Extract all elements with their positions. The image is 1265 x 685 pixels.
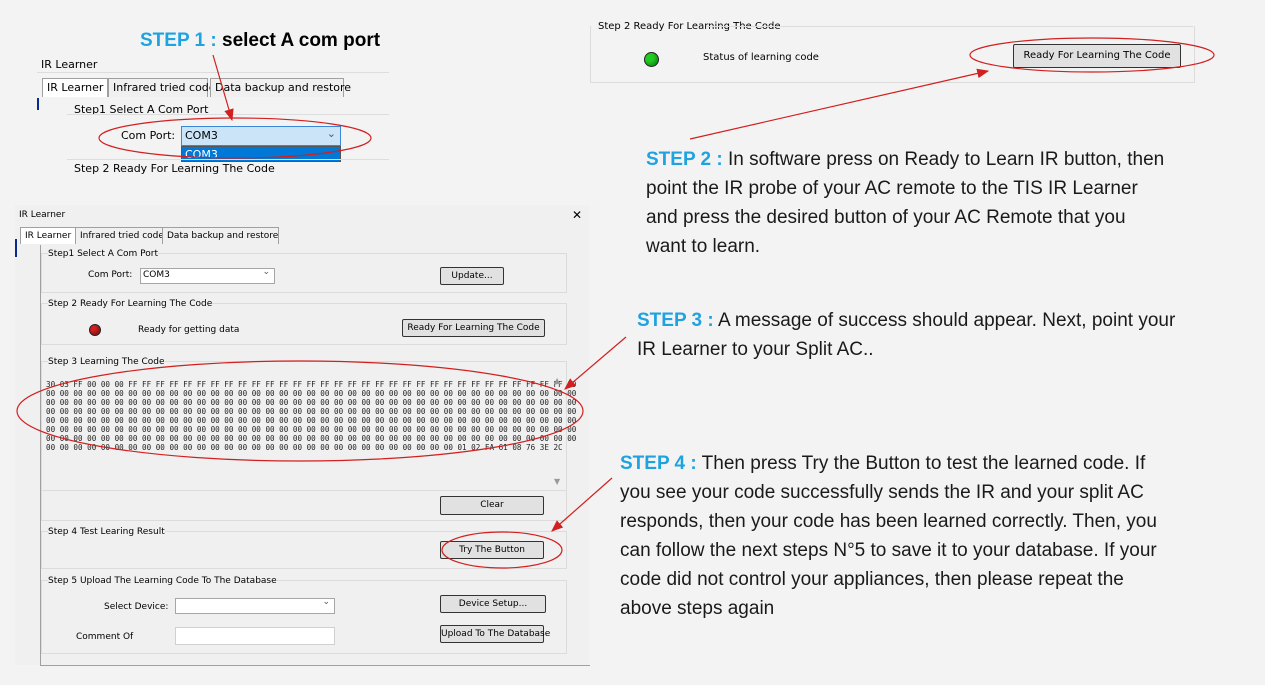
learned-code-textarea[interactable]: 30 03 FF 00 00 00 FF FF FF FF FF FF FF F… — [44, 374, 576, 488]
step4-line-1: Then press Try the Button to test the le… — [701, 453, 1146, 474]
code-line-8: 00 00 00 00 00 00 00 00 00 00 00 00 00 0… — [46, 443, 563, 452]
chevron-down-icon: ⌄ — [322, 597, 330, 607]
step2-line-2: point the IR probe of your AC remote to … — [646, 178, 1138, 199]
group-step1: Step1 Select A Com Port Com Port: COM3 ⌄… — [41, 249, 567, 293]
step4-line-6: above steps again — [620, 598, 775, 619]
step2-label: STEP 2 : — [646, 149, 723, 170]
group-step3: Step 3 Learning The Code 30 03 FF 00 00 … — [41, 357, 576, 491]
chevron-down-icon: ⌄ — [262, 267, 270, 277]
step3-line-1: A message of success should appear. Next… — [717, 310, 1176, 331]
step2-text: STEP 2 : In software press on Ready to L… — [646, 145, 1256, 261]
code-line-2: 00 00 00 00 00 00 00 00 00 00 00 00 00 0… — [46, 389, 577, 398]
panel2: Step 2 Ready For Learning The Code Statu… — [590, 18, 1195, 83]
group-step4: Step 4 Test Learing Result Try The Butto… — [41, 527, 567, 569]
try-button[interactable]: Try The Button — [440, 541, 544, 559]
step2-line-1: In software press on Ready to Learn IR b… — [728, 149, 1165, 170]
clear-button[interactable]: Clear — [440, 496, 544, 515]
close-icon[interactable]: ✕ — [572, 208, 582, 222]
chevron-down-icon: ⌄ — [326, 127, 336, 140]
group2-title: Step 2 Ready For Learning The Code — [48, 299, 213, 309]
step3-text: STEP 3 : A message of success should app… — [637, 306, 1257, 364]
panel1: IR Learner IR Learner Infrared tried cod… — [37, 56, 389, 181]
window-title: IR Learner — [19, 210, 66, 220]
code-line-1: 30 03 FF 00 00 00 FF FF FF FF FF FF FF F… — [46, 380, 577, 389]
panel1-com-port-label: Com Port: — [121, 129, 176, 142]
status-light-icon — [89, 324, 101, 336]
com-port-value: COM3 — [143, 270, 170, 280]
step1-text: select A com port — [222, 30, 381, 51]
code-line-7: 00 00 00 00 00 00 00 00 00 00 00 00 00 0… — [46, 434, 577, 443]
panel1-tab-data-backup[interactable]: Data backup and restore — [210, 78, 351, 97]
scroll-up-icon[interactable]: ▲ — [554, 376, 560, 385]
code-line-3: 00 00 00 00 00 00 00 00 00 00 00 00 00 0… — [46, 398, 577, 407]
panel1-com-port-value: COM3 — [185, 129, 218, 142]
panel1-title: IR Learner — [41, 58, 98, 71]
step4-label: STEP 4 : — [620, 453, 697, 474]
tab-data-backup[interactable]: Data backup and restore — [162, 227, 279, 244]
status-text: Ready for getting data — [138, 325, 240, 335]
group-step5: Step 5 Upload The Learning Code To The D… — [41, 576, 567, 654]
scroll-down-icon[interactable]: ▼ — [554, 477, 560, 486]
step2-line-3: and press the desired button of your AC … — [646, 207, 1126, 228]
group5-title: Step 5 Upload The Learning Code To The D… — [48, 576, 277, 586]
step1-label: STEP 1 : — [140, 30, 217, 51]
panel2-status-label: Status of learning code — [703, 52, 819, 63]
tab-ir-learner[interactable]: IR Learner — [20, 227, 76, 244]
code-line-4: 00 00 00 00 00 00 00 00 00 00 00 00 00 0… — [46, 407, 577, 416]
step4-line-4: can follow the next steps N°5 to save it… — [620, 540, 1157, 561]
code-scrollbar[interactable]: ▲ ▼ — [552, 374, 564, 488]
code-line-5: 00 00 00 00 00 00 00 00 00 00 00 00 00 0… — [46, 416, 577, 425]
step4-line-2: you see your code successfully sends the… — [620, 482, 1144, 503]
panel1-com-port-select[interactable]: COM3 ⌄ — [181, 126, 341, 146]
com-port-label: Com Port: — [88, 270, 133, 280]
update-button[interactable]: Update... — [440, 267, 504, 285]
select-device-dropdown[interactable]: ⌄ — [175, 597, 335, 614]
comment-label: Comment Of — [76, 632, 134, 642]
panel1-group2-title: Step 2 Ready For Learning The Code — [74, 162, 275, 175]
com-port-select[interactable]: COM3 ⌄ — [140, 267, 275, 284]
panel1-tab-ir-learner[interactable]: IR Learner — [42, 78, 108, 97]
panel2-ready-button[interactable]: Ready For Learning The Code — [1013, 44, 1181, 68]
tab-infrared-tried-code[interactable]: Infrared tried code — [75, 227, 164, 244]
panel1-tabs: IR Learner Infrared tried code Data back… — [42, 78, 382, 98]
comment-input[interactable] — [175, 627, 335, 645]
status-indicator-icon — [644, 52, 659, 67]
group3-title: Step 3 Learning The Code — [48, 357, 165, 367]
main-tabs: IR Learner Infrared tried code Data back… — [20, 227, 320, 245]
ready-learning-button[interactable]: Ready For Learning The Code — [402, 319, 545, 337]
group4-title: Step 4 Test Learing Result — [48, 527, 165, 537]
step4-line-5: code did not control your appliances, th… — [620, 569, 1124, 590]
ir-learner-window: IR Learner ✕ IR Learner Infrared tried c… — [15, 205, 590, 666]
step4-text: STEP 4 : Then press Try the Button to te… — [620, 449, 1260, 623]
step4-line-3: responds, then your code has been learne… — [620, 511, 1157, 532]
step2-line-4: want to learn. — [646, 236, 761, 257]
code-line-6: 00 00 00 00 00 00 00 00 00 00 00 00 00 0… — [46, 425, 577, 434]
group-step2: Step 2 Ready For Learning The Code Ready… — [41, 299, 567, 345]
group1-title: Step1 Select A Com Port — [48, 249, 158, 259]
step3-label: STEP 3 : — [637, 310, 714, 331]
device-setup-button[interactable]: Device Setup... — [440, 595, 546, 613]
step1-heading: STEP 1 : select A com port — [140, 30, 380, 52]
select-device-label: Select Device: — [104, 602, 169, 612]
step3-line-2: IR Learner to your Split AC.. — [637, 339, 874, 360]
upload-button[interactable]: Upload To The Database — [440, 625, 550, 643]
panel1-tab-infrared-tried-code[interactable]: Infrared tried code — [108, 78, 216, 97]
